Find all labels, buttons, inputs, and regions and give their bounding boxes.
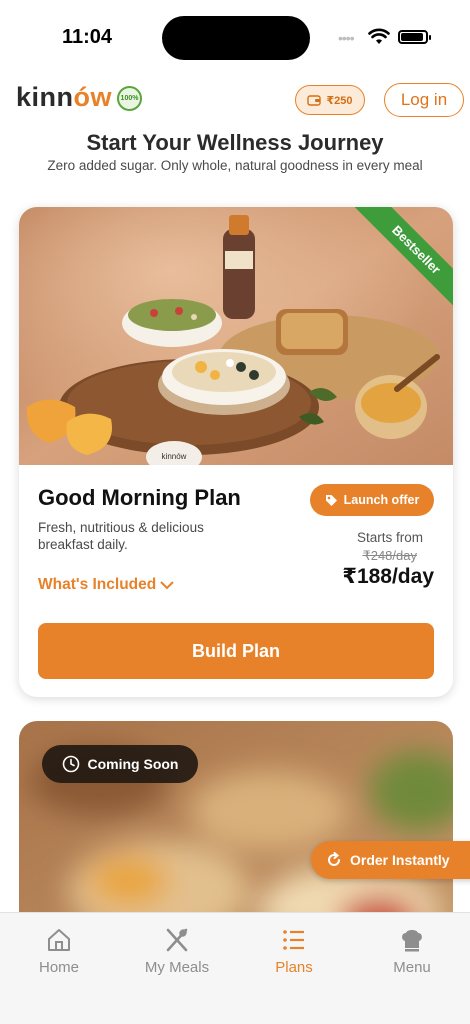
plan-description: Fresh, nutritious & delicious breakfast … <box>38 520 204 552</box>
coming-soon-label: Coming Soon <box>87 756 179 772</box>
chevron-down-icon <box>160 581 174 590</box>
whats-included-label: What's Included <box>38 576 157 593</box>
signal-dots-icon: •••• <box>338 30 355 46</box>
brand-logo[interactable]: kinnów <box>16 82 112 113</box>
status-bar: 11:04 •••• <box>0 0 470 76</box>
nav-item-my-meals[interactable]: My Meals <box>127 927 227 976</box>
logo-text: kinn <box>16 82 74 112</box>
old-price: ₹248/day <box>362 548 417 563</box>
list-icon <box>283 930 304 950</box>
plan-image: kinnów Bestseller <box>19 207 453 465</box>
clock-icon <box>62 755 79 773</box>
order-instantly-button[interactable]: Order Instantly <box>311 841 470 879</box>
nav-item-menu[interactable]: Menu <box>362 927 462 976</box>
page-title: Start Your Wellness Journey <box>86 130 384 155</box>
new-price: ₹188/day <box>342 565 434 588</box>
build-plan-button[interactable]: Build Plan <box>38 623 434 679</box>
app-header: kinnów 100% ₹250 Log in <box>0 80 470 120</box>
nav-item-plans[interactable]: Plans <box>244 927 344 976</box>
fork-knife-icon <box>166 928 188 952</box>
nav-label-my-meals: My Meals <box>144 959 210 976</box>
wallet-icon <box>307 95 322 106</box>
plan-card-good-morning[interactable]: kinnów Bestseller Good Morning Plan Laun… <box>19 207 453 697</box>
page-subtitle: Zero added sugar. Only whole, natural go… <box>47 158 423 173</box>
nav-label-home: Home <box>38 959 79 976</box>
whats-included-toggle[interactable]: What's Included <box>38 576 174 594</box>
nav-label-plans: Plans <box>275 959 313 976</box>
bottom-nav: Home My Meals Plans Menu <box>0 912 470 1024</box>
jar-label: kinnów <box>162 452 187 461</box>
organic-badge-icon: 100% <box>117 86 142 111</box>
logo-text-accent: ów <box>73 82 113 112</box>
launch-offer-label: Launch offer <box>343 493 420 507</box>
nav-item-home[interactable]: Home <box>9 927 109 976</box>
chef-hat-icon <box>402 930 422 952</box>
battery-icon <box>398 30 431 44</box>
starts-from-label: Starts from <box>356 530 423 545</box>
nav-label-menu: Menu <box>393 959 431 976</box>
tag-icon <box>325 494 337 506</box>
wifi-icon <box>368 28 390 44</box>
plan-name: Good Morning Plan <box>38 485 241 510</box>
refresh-icon <box>328 852 340 866</box>
wallet-amount: ₹250 <box>326 94 353 107</box>
wallet-button[interactable]: ₹250 <box>295 85 365 115</box>
launch-offer-badge: Launch offer <box>310 484 434 516</box>
coming-soon-badge: Coming Soon <box>42 745 198 783</box>
login-button[interactable]: Log in <box>384 83 464 117</box>
dynamic-island <box>162 16 310 60</box>
home-icon <box>48 929 70 951</box>
order-instantly-label: Order Instantly <box>350 852 450 868</box>
status-time: 11:04 <box>62 26 113 48</box>
